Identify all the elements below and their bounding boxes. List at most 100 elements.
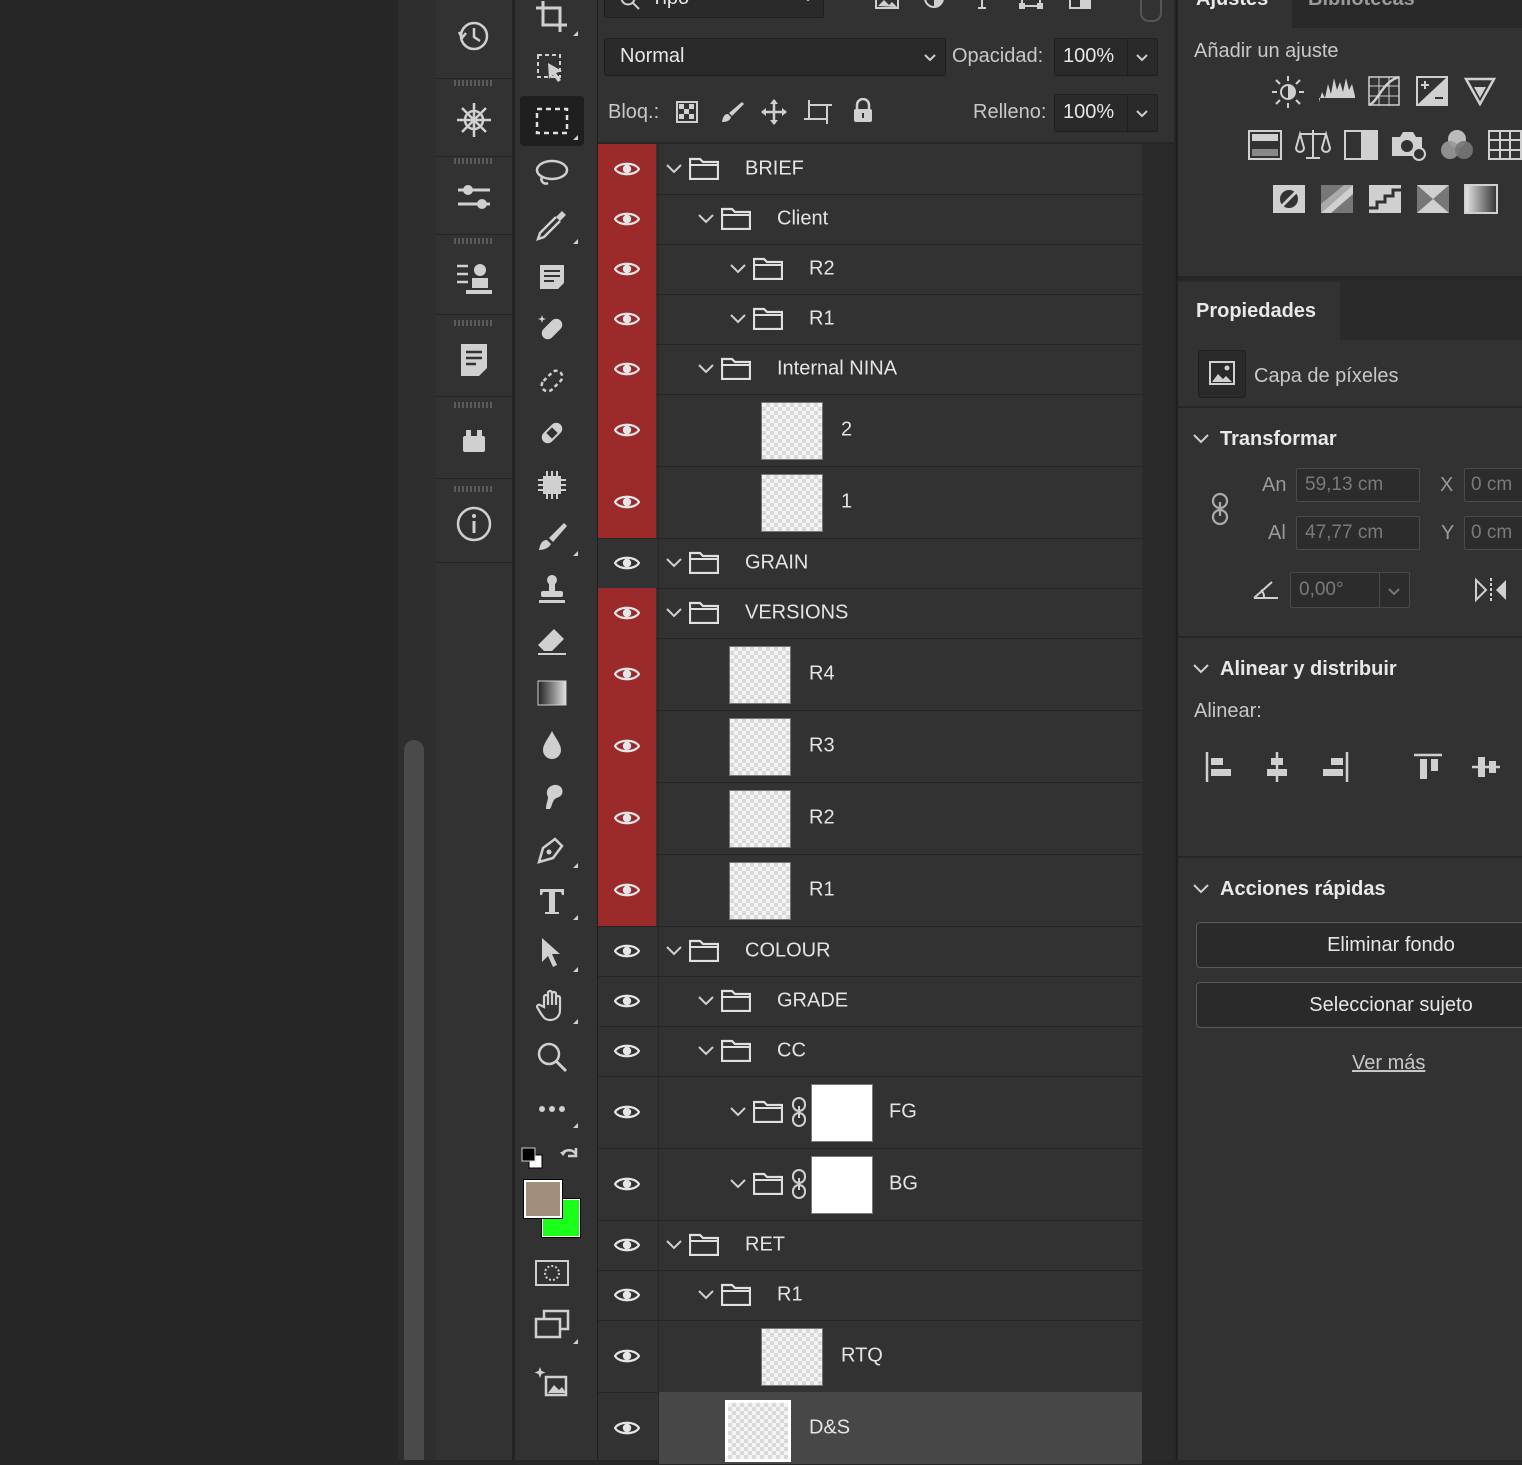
brightness-icon[interactable] <box>1270 74 1306 110</box>
layer-body[interactable]: R1 <box>658 294 1142 344</box>
quick-mask-button[interactable] <box>520 1248 584 1298</box>
notes-panel-button[interactable] <box>436 318 512 397</box>
layer-body[interactable]: RTQ <box>658 1320 1142 1392</box>
layer-body[interactable]: R1 <box>658 1270 1142 1320</box>
layer-body[interactable]: FG <box>658 1076 1142 1148</box>
layer-filter-select[interactable]: Tipo <box>604 0 824 18</box>
layer-row[interactable]: R1 <box>598 294 1142 345</box>
chevron-down-icon[interactable] <box>729 1103 747 1121</box>
layer-body[interactable]: GRAIN <box>658 538 1142 588</box>
layer-body[interactable]: BG <box>658 1148 1142 1220</box>
visibility-toggle[interactable] <box>598 638 656 710</box>
layer-row[interactable]: 2 <box>598 394 1142 467</box>
remove-background-button[interactable]: Eliminar fondo <box>1196 922 1522 968</box>
angle-field[interactable]: 0,00° <box>1290 572 1410 608</box>
layers-scrollbar[interactable] <box>1142 144 1174 1460</box>
invert-icon[interactable] <box>1272 184 1306 214</box>
chevron-down-icon[interactable] <box>729 310 747 328</box>
layer-row[interactable]: R1 <box>598 854 1142 927</box>
layer-thumbnail[interactable] <box>761 474 823 532</box>
layer-row[interactable]: RTQ <box>598 1320 1142 1393</box>
filter-pixel-icon[interactable] <box>874 0 900 12</box>
mask-thumbnail[interactable] <box>811 1156 873 1214</box>
layer-body[interactable]: VERSIONS <box>658 588 1142 638</box>
chevron-down-icon[interactable] <box>665 604 683 622</box>
properties-panel-button[interactable] <box>436 78 512 157</box>
x-field[interactable]: 0 cm <box>1464 468 1522 502</box>
visibility-toggle[interactable] <box>598 926 656 976</box>
layer-body[interactable]: R2 <box>658 244 1142 294</box>
healing-brush-tool[interactable] <box>520 408 584 458</box>
pen-tool[interactable] <box>520 824 584 874</box>
smudge-tool[interactable] <box>520 772 584 822</box>
lock-transparency-icon[interactable] <box>676 101 698 123</box>
curves-icon[interactable] <box>1368 76 1400 106</box>
chevron-down-icon[interactable] <box>665 1236 683 1254</box>
info-panel-button[interactable] <box>436 484 512 563</box>
remove-tool[interactable] <box>520 356 584 406</box>
layer-thumbnail[interactable] <box>729 862 791 920</box>
layer-body[interactable]: R1 <box>658 854 1142 926</box>
height-field[interactable]: 47,77 cm <box>1296 516 1420 550</box>
layer-row[interactable]: BG <box>598 1148 1142 1221</box>
layer-row[interactable]: D&S <box>598 1392 1142 1465</box>
visibility-toggle[interactable] <box>598 782 656 854</box>
visibility-toggle[interactable] <box>598 1320 656 1392</box>
visibility-toggle[interactable] <box>598 1392 656 1464</box>
lock-all-icon[interactable] <box>852 98 874 124</box>
note-tool[interactable] <box>520 252 584 302</box>
lock-artboard-icon[interactable] <box>804 99 832 125</box>
eraser-tool[interactable] <box>520 616 584 666</box>
chevron-down-icon[interactable] <box>697 360 715 378</box>
levels-icon[interactable] <box>1318 76 1356 106</box>
layer-body[interactable]: CC <box>658 1026 1142 1076</box>
align-horizontal-center-icon[interactable] <box>1262 750 1292 784</box>
layer-thumbnail[interactable] <box>761 402 823 460</box>
chevron-down-icon[interactable] <box>665 160 683 178</box>
chevron-down-icon[interactable] <box>697 1042 715 1060</box>
blur-tool[interactable] <box>520 720 584 770</box>
link-icon[interactable] <box>791 1169 807 1199</box>
gradient-tool[interactable] <box>520 668 584 718</box>
layer-thumbnail[interactable] <box>761 1328 823 1386</box>
layer-row[interactable]: R3 <box>598 710 1142 783</box>
visibility-toggle[interactable] <box>598 976 656 1026</box>
tab-libraries[interactable]: Bibliotecas <box>1292 0 1436 28</box>
blend-mode-select[interactable]: Normal <box>604 38 946 76</box>
canvas-scrollbar-thumb[interactable] <box>404 740 424 1460</box>
path-selection-tool[interactable] <box>520 928 584 978</box>
gradient-map-icon[interactable] <box>1464 184 1498 214</box>
layer-row[interactable]: COLOUR <box>598 926 1142 977</box>
selective-color-icon[interactable] <box>1416 184 1450 214</box>
spot-healing-tool[interactable] <box>520 304 584 354</box>
chevron-down-icon[interactable] <box>1192 660 1210 678</box>
channel-mixer-icon[interactable] <box>1438 128 1476 162</box>
black-white-icon[interactable] <box>1344 130 1378 160</box>
layer-body[interactable]: Client <box>658 194 1142 244</box>
layer-row[interactable]: R2 <box>598 244 1142 295</box>
visibility-toggle[interactable] <box>598 144 656 194</box>
filter-shape-icon[interactable] <box>1018 0 1044 12</box>
filter-type-icon[interactable] <box>972 0 992 12</box>
hue-saturation-icon[interactable] <box>1248 130 1282 160</box>
visibility-toggle[interactable] <box>598 1270 656 1320</box>
chevron-down-icon[interactable] <box>729 260 747 278</box>
tab-adjustments[interactable]: Ajustes <box>1178 0 1290 28</box>
vibrance-icon[interactable] <box>1464 76 1496 106</box>
align-vertical-center-icon[interactable] <box>1470 752 1502 782</box>
posterize-icon[interactable] <box>1320 184 1354 214</box>
visibility-toggle[interactable] <box>598 194 656 244</box>
layer-body[interactable]: D&S <box>658 1392 1142 1464</box>
generative-button[interactable] <box>520 1356 584 1406</box>
layer-row[interactable]: GRAIN <box>598 538 1142 589</box>
filter-toggle[interactable] <box>1140 0 1162 22</box>
layer-row[interactable]: FG <box>598 1076 1142 1149</box>
layer-body[interactable]: R3 <box>658 710 1142 782</box>
layer-body[interactable]: COLOUR <box>658 926 1142 976</box>
align-top-icon[interactable] <box>1412 752 1444 782</box>
visibility-toggle[interactable] <box>598 1220 656 1270</box>
layer-row[interactable]: VERSIONS <box>598 588 1142 639</box>
layer-body[interactable]: R2 <box>658 782 1142 854</box>
chevron-down-icon[interactable] <box>1192 880 1210 898</box>
threshold-icon[interactable] <box>1368 184 1402 214</box>
